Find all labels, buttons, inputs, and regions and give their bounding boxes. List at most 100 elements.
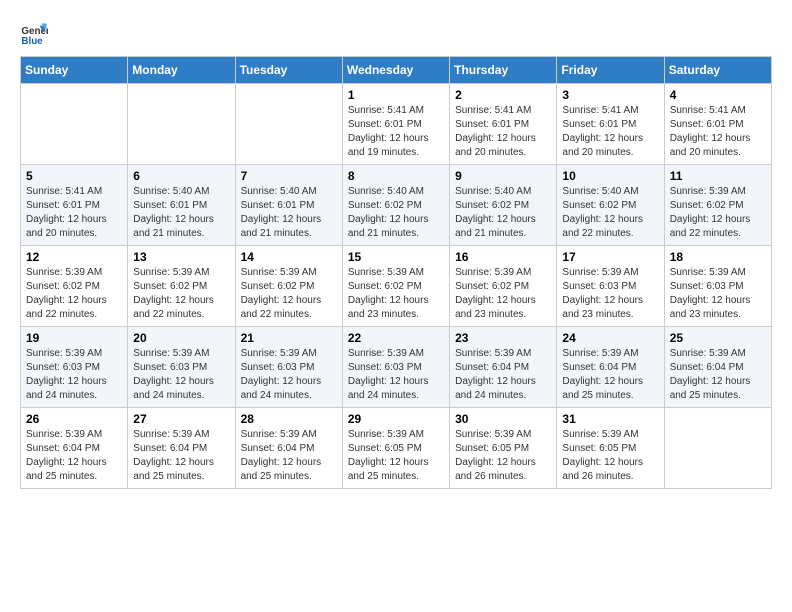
day-info: Sunrise: 5:40 AM Sunset: 6:02 PM Dayligh… (348, 185, 444, 241)
calendar-cell: 30Sunrise: 5:39 AM Sunset: 6:05 PM Dayli… (450, 408, 557, 489)
day-info: Sunrise: 5:39 AM Sunset: 6:03 PM Dayligh… (241, 347, 337, 403)
day-number: 7 (241, 169, 337, 183)
calendar-cell: 23 Sunrise: 5:39 AM Sunset: 6:04 PM Dayli… (450, 327, 557, 408)
day-info: Sunrise: 5:39 AM Sunset: 6:03 PM Dayligh… (670, 266, 766, 322)
day-info: Sunrise: 5:39 AM Sunset: 6:02 PM Dayligh… (348, 266, 444, 322)
day-of-week-header: Saturday (664, 57, 771, 84)
calendar-week-row: 12 Sunrise: 5:39 AM Sunset: 6:02 PM Dayli… (21, 246, 772, 327)
calendar-cell (664, 408, 771, 489)
calendar-cell (21, 84, 128, 165)
calendar-cell: 26 Sunrise: 5:39 AM Sunset: 6:04 PM Dayli… (21, 408, 128, 489)
day-info: Sunrise: 5:39 AM Sunset: 6:04 PM Dayligh… (241, 428, 337, 484)
day-number: 18 (670, 250, 766, 264)
day-of-week-header: Friday (557, 57, 664, 84)
day-number: 19 (26, 331, 122, 345)
day-number: 17 (562, 250, 658, 264)
calendar-cell: 14 Sunrise: 5:39 AM Sunset: 6:02 PM Dayli… (235, 246, 342, 327)
day-number: 8 (348, 169, 444, 183)
day-info: Sunrise: 5:41 AM Sunset: 6:01 PM Dayligh… (670, 104, 766, 160)
calendar-cell: 19 Sunrise: 5:39 AM Sunset: 6:03 PM Dayli… (21, 327, 128, 408)
day-info: Sunrise: 5:39 AM Sunset: 6:04 PM Dayligh… (133, 428, 229, 484)
day-info: Sunrise: 5:39 AM Sunset: 6:04 PM Dayligh… (455, 347, 551, 403)
calendar-week-row: 19 Sunrise: 5:39 AM Sunset: 6:03 PM Dayli… (21, 327, 772, 408)
page-header: General Blue (20, 20, 772, 48)
day-info: Sunrise: 5:39 AM Sunset: 6:02 PM Dayligh… (133, 266, 229, 322)
calendar-cell: 4 Sunrise: 5:41 AM Sunset: 6:01 PM Daylig… (664, 84, 771, 165)
calendar-cell: 2Sunrise: 5:41 AM Sunset: 6:01 PM Daylig… (450, 84, 557, 165)
day-info: Sunrise: 5:39 AM Sunset: 6:05 PM Dayligh… (562, 428, 658, 484)
day-info: Sunrise: 5:39 AM Sunset: 6:02 PM Dayligh… (241, 266, 337, 322)
day-number: 27 (133, 412, 229, 426)
calendar-cell: 8 Sunrise: 5:40 AM Sunset: 6:02 PM Daylig… (342, 165, 449, 246)
day-number: 12 (26, 250, 122, 264)
calendar-cell: 24Sunrise: 5:39 AM Sunset: 6:04 PM Dayli… (557, 327, 664, 408)
day-number: 13 (133, 250, 229, 264)
calendar-cell (235, 84, 342, 165)
day-info: Sunrise: 5:39 AM Sunset: 6:03 PM Dayligh… (562, 266, 658, 322)
calendar-cell: 16Sunrise: 5:39 AM Sunset: 6:02 PM Dayli… (450, 246, 557, 327)
calendar-cell: 10 Sunrise: 5:40 AM Sunset: 6:02 PM Dayli… (557, 165, 664, 246)
logo: General Blue (20, 20, 48, 48)
day-number: 9 (455, 169, 551, 183)
calendar-cell: 3 Sunrise: 5:41 AM Sunset: 6:01 PM Daylig… (557, 84, 664, 165)
day-number: 1 (348, 88, 444, 102)
day-info: Sunrise: 5:41 AM Sunset: 6:01 PM Dayligh… (348, 104, 444, 160)
day-info: Sunrise: 5:41 AM Sunset: 6:01 PM Dayligh… (26, 185, 122, 241)
calendar-cell: 7Sunrise: 5:40 AM Sunset: 6:01 PM Daylig… (235, 165, 342, 246)
calendar-cell: 27 Sunrise: 5:39 AM Sunset: 6:04 PM Dayli… (128, 408, 235, 489)
day-of-week-header: Monday (128, 57, 235, 84)
day-number: 31 (562, 412, 658, 426)
day-info: Sunrise: 5:39 AM Sunset: 6:03 PM Dayligh… (26, 347, 122, 403)
day-info: Sunrise: 5:40 AM Sunset: 6:01 PM Dayligh… (133, 185, 229, 241)
calendar-cell: 28 Sunrise: 5:39 AM Sunset: 6:04 PM Dayli… (235, 408, 342, 489)
day-of-week-header: Thursday (450, 57, 557, 84)
day-info: Sunrise: 5:40 AM Sunset: 6:02 PM Dayligh… (455, 185, 551, 241)
day-number: 5 (26, 169, 122, 183)
calendar-cell: 12Sunrise: 5:39 AM Sunset: 6:02 PM Dayli… (21, 246, 128, 327)
calendar-cell: 5 Sunrise: 5:41 AM Sunset: 6:01 PM Daylig… (21, 165, 128, 246)
day-number: 14 (241, 250, 337, 264)
day-info: Sunrise: 5:39 AM Sunset: 6:05 PM Dayligh… (348, 428, 444, 484)
day-info: Sunrise: 5:41 AM Sunset: 6:01 PM Dayligh… (455, 104, 551, 160)
calendar-cell: 9 Sunrise: 5:40 AM Sunset: 6:02 PM Daylig… (450, 165, 557, 246)
day-number: 10 (562, 169, 658, 183)
day-info: Sunrise: 5:39 AM Sunset: 6:04 PM Dayligh… (26, 428, 122, 484)
day-number: 25 (670, 331, 766, 345)
day-number: 4 (670, 88, 766, 102)
day-info: Sunrise: 5:39 AM Sunset: 6:02 PM Dayligh… (670, 185, 766, 241)
day-number: 22 (348, 331, 444, 345)
day-info: Sunrise: 5:39 AM Sunset: 6:04 PM Dayligh… (562, 347, 658, 403)
day-number: 20 (133, 331, 229, 345)
day-number: 28 (241, 412, 337, 426)
calendar-cell: 6Sunrise: 5:40 AM Sunset: 6:01 PM Daylig… (128, 165, 235, 246)
day-number: 15 (348, 250, 444, 264)
day-info: Sunrise: 5:39 AM Sunset: 6:04 PM Dayligh… (670, 347, 766, 403)
day-of-week-header: Tuesday (235, 57, 342, 84)
calendar-cell: 31 Sunrise: 5:39 AM Sunset: 6:05 PM Dayli… (557, 408, 664, 489)
calendar-cell: 29 Sunrise: 5:39 AM Sunset: 6:05 PM Dayli… (342, 408, 449, 489)
calendar-cell: 22 Sunrise: 5:39 AM Sunset: 6:03 PM Dayli… (342, 327, 449, 408)
day-number: 29 (348, 412, 444, 426)
day-number: 23 (455, 331, 551, 345)
day-info: Sunrise: 5:40 AM Sunset: 6:02 PM Dayligh… (562, 185, 658, 241)
calendar-cell (128, 84, 235, 165)
day-info: Sunrise: 5:39 AM Sunset: 6:02 PM Dayligh… (455, 266, 551, 322)
calendar-cell: 20Sunrise: 5:39 AM Sunset: 6:03 PM Dayli… (128, 327, 235, 408)
day-info: Sunrise: 5:39 AM Sunset: 6:05 PM Dayligh… (455, 428, 551, 484)
svg-text:Blue: Blue (21, 36, 43, 47)
calendar-week-row: 5 Sunrise: 5:41 AM Sunset: 6:01 PM Daylig… (21, 165, 772, 246)
day-of-week-header: Sunday (21, 57, 128, 84)
day-info: Sunrise: 5:39 AM Sunset: 6:03 PM Dayligh… (348, 347, 444, 403)
calendar-header: SundayMondayTuesdayWednesdayThursdayFrid… (21, 57, 772, 84)
day-number: 11 (670, 169, 766, 183)
logo-icon: General Blue (20, 20, 48, 48)
day-number: 3 (562, 88, 658, 102)
calendar-cell: 21 Sunrise: 5:39 AM Sunset: 6:03 PM Dayli… (235, 327, 342, 408)
calendar-cell: 17 Sunrise: 5:39 AM Sunset: 6:03 PM Dayli… (557, 246, 664, 327)
calendar-cell: 13 Sunrise: 5:39 AM Sunset: 6:02 PM Dayli… (128, 246, 235, 327)
day-number: 26 (26, 412, 122, 426)
day-info: Sunrise: 5:41 AM Sunset: 6:01 PM Dayligh… (562, 104, 658, 160)
calendar-body: 1 Sunrise: 5:41 AM Sunset: 6:01 PM Daylig… (21, 84, 772, 489)
day-number: 21 (241, 331, 337, 345)
calendar-week-row: 26 Sunrise: 5:39 AM Sunset: 6:04 PM Dayli… (21, 408, 772, 489)
